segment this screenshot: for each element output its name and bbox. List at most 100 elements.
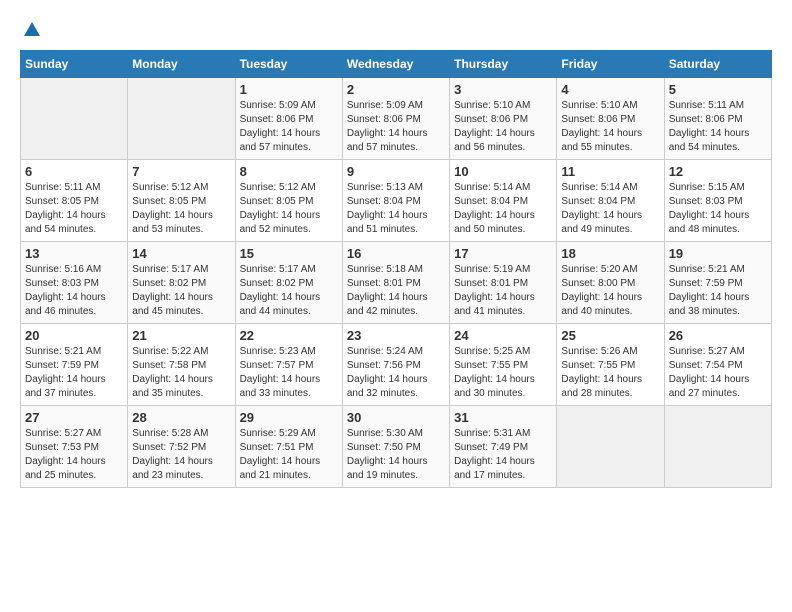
- calendar-cell: 31 Sunrise: 5:31 AM Sunset: 7:49 PM Dayl…: [450, 406, 557, 488]
- sunset-text: Sunset: 8:05 PM: [25, 195, 123, 209]
- day-number: 17: [454, 246, 552, 261]
- sunrise-text: Sunrise: 5:21 AM: [25, 345, 123, 359]
- sunset-text: Sunset: 8:04 PM: [561, 195, 659, 209]
- day-number: 28: [132, 410, 230, 425]
- calendar-cell: 1 Sunrise: 5:09 AM Sunset: 8:06 PM Dayli…: [235, 78, 342, 160]
- calendar-cell: 21 Sunrise: 5:22 AM Sunset: 7:58 PM Dayl…: [128, 324, 235, 406]
- daylight-text: Daylight: 14 hours and 27 minutes.: [669, 373, 767, 401]
- day-info: Sunrise: 5:20 AM Sunset: 8:00 PM Dayligh…: [561, 263, 659, 319]
- day-info: Sunrise: 5:18 AM Sunset: 8:01 PM Dayligh…: [347, 263, 445, 319]
- daylight-text: Daylight: 14 hours and 48 minutes.: [669, 209, 767, 237]
- sunset-text: Sunset: 8:04 PM: [347, 195, 445, 209]
- daylight-text: Daylight: 14 hours and 35 minutes.: [132, 373, 230, 401]
- daylight-text: Daylight: 14 hours and 21 minutes.: [240, 455, 338, 483]
- calendar-cell: 7 Sunrise: 5:12 AM Sunset: 8:05 PM Dayli…: [128, 160, 235, 242]
- calendar-cell: 14 Sunrise: 5:17 AM Sunset: 8:02 PM Dayl…: [128, 242, 235, 324]
- day-info: Sunrise: 5:13 AM Sunset: 8:04 PM Dayligh…: [347, 181, 445, 237]
- day-number: 31: [454, 410, 552, 425]
- day-info: Sunrise: 5:21 AM Sunset: 7:59 PM Dayligh…: [25, 345, 123, 401]
- calendar-cell: [128, 78, 235, 160]
- sunset-text: Sunset: 8:05 PM: [132, 195, 230, 209]
- calendar-table: SundayMondayTuesdayWednesdayThursdayFrid…: [20, 50, 772, 488]
- sunset-text: Sunset: 8:06 PM: [454, 113, 552, 127]
- sunrise-text: Sunrise: 5:25 AM: [454, 345, 552, 359]
- calendar-cell: 12 Sunrise: 5:15 AM Sunset: 8:03 PM Dayl…: [664, 160, 771, 242]
- day-info: Sunrise: 5:15 AM Sunset: 8:03 PM Dayligh…: [669, 181, 767, 237]
- daylight-text: Daylight: 14 hours and 23 minutes.: [132, 455, 230, 483]
- day-number: 6: [25, 164, 123, 179]
- calendar-cell: 5 Sunrise: 5:11 AM Sunset: 8:06 PM Dayli…: [664, 78, 771, 160]
- daylight-text: Daylight: 14 hours and 55 minutes.: [561, 127, 659, 155]
- day-number: 8: [240, 164, 338, 179]
- sunset-text: Sunset: 7:52 PM: [132, 441, 230, 455]
- sunrise-text: Sunrise: 5:10 AM: [561, 99, 659, 113]
- sunset-text: Sunset: 7:50 PM: [347, 441, 445, 455]
- sunset-text: Sunset: 8:02 PM: [132, 277, 230, 291]
- day-number: 20: [25, 328, 123, 343]
- sunrise-text: Sunrise: 5:14 AM: [561, 181, 659, 195]
- day-info: Sunrise: 5:12 AM Sunset: 8:05 PM Dayligh…: [240, 181, 338, 237]
- calendar-week-row: 6 Sunrise: 5:11 AM Sunset: 8:05 PM Dayli…: [21, 160, 772, 242]
- sunrise-text: Sunrise: 5:21 AM: [669, 263, 767, 277]
- calendar-body: 1 Sunrise: 5:09 AM Sunset: 8:06 PM Dayli…: [21, 78, 772, 488]
- sunrise-text: Sunrise: 5:17 AM: [132, 263, 230, 277]
- day-info: Sunrise: 5:31 AM Sunset: 7:49 PM Dayligh…: [454, 427, 552, 483]
- sunrise-text: Sunrise: 5:19 AM: [454, 263, 552, 277]
- logo: [20, 20, 43, 40]
- day-info: Sunrise: 5:11 AM Sunset: 8:06 PM Dayligh…: [669, 99, 767, 155]
- day-number: 5: [669, 82, 767, 97]
- sunrise-text: Sunrise: 5:12 AM: [240, 181, 338, 195]
- calendar-cell: [664, 406, 771, 488]
- calendar-cell: 23 Sunrise: 5:24 AM Sunset: 7:56 PM Dayl…: [342, 324, 449, 406]
- calendar-week-row: 1 Sunrise: 5:09 AM Sunset: 8:06 PM Dayli…: [21, 78, 772, 160]
- day-info: Sunrise: 5:28 AM Sunset: 7:52 PM Dayligh…: [132, 427, 230, 483]
- header-day-wednesday: Wednesday: [342, 51, 449, 78]
- daylight-text: Daylight: 14 hours and 44 minutes.: [240, 291, 338, 319]
- sunset-text: Sunset: 7:55 PM: [454, 359, 552, 373]
- sunset-text: Sunset: 8:02 PM: [240, 277, 338, 291]
- sunrise-text: Sunrise: 5:18 AM: [347, 263, 445, 277]
- sunset-text: Sunset: 7:58 PM: [132, 359, 230, 373]
- calendar-cell: 18 Sunrise: 5:20 AM Sunset: 8:00 PM Dayl…: [557, 242, 664, 324]
- day-info: Sunrise: 5:09 AM Sunset: 8:06 PM Dayligh…: [347, 99, 445, 155]
- day-info: Sunrise: 5:27 AM Sunset: 7:54 PM Dayligh…: [669, 345, 767, 401]
- day-number: 1: [240, 82, 338, 97]
- day-info: Sunrise: 5:16 AM Sunset: 8:03 PM Dayligh…: [25, 263, 123, 319]
- calendar-cell: 28 Sunrise: 5:28 AM Sunset: 7:52 PM Dayl…: [128, 406, 235, 488]
- day-info: Sunrise: 5:09 AM Sunset: 8:06 PM Dayligh…: [240, 99, 338, 155]
- sunset-text: Sunset: 8:04 PM: [454, 195, 552, 209]
- day-info: Sunrise: 5:24 AM Sunset: 7:56 PM Dayligh…: [347, 345, 445, 401]
- day-info: Sunrise: 5:10 AM Sunset: 8:06 PM Dayligh…: [454, 99, 552, 155]
- sunset-text: Sunset: 8:01 PM: [347, 277, 445, 291]
- day-number: 10: [454, 164, 552, 179]
- day-info: Sunrise: 5:30 AM Sunset: 7:50 PM Dayligh…: [347, 427, 445, 483]
- sunrise-text: Sunrise: 5:27 AM: [25, 427, 123, 441]
- sunset-text: Sunset: 8:05 PM: [240, 195, 338, 209]
- day-number: 13: [25, 246, 123, 261]
- day-info: Sunrise: 5:14 AM Sunset: 8:04 PM Dayligh…: [561, 181, 659, 237]
- daylight-text: Daylight: 14 hours and 28 minutes.: [561, 373, 659, 401]
- day-info: Sunrise: 5:23 AM Sunset: 7:57 PM Dayligh…: [240, 345, 338, 401]
- calendar-cell: 20 Sunrise: 5:21 AM Sunset: 7:59 PM Dayl…: [21, 324, 128, 406]
- calendar-cell: 24 Sunrise: 5:25 AM Sunset: 7:55 PM Dayl…: [450, 324, 557, 406]
- sunrise-text: Sunrise: 5:24 AM: [347, 345, 445, 359]
- sunrise-text: Sunrise: 5:11 AM: [669, 99, 767, 113]
- sunset-text: Sunset: 7:53 PM: [25, 441, 123, 455]
- daylight-text: Daylight: 14 hours and 42 minutes.: [347, 291, 445, 319]
- header-row: SundayMondayTuesdayWednesdayThursdayFrid…: [21, 51, 772, 78]
- sunrise-text: Sunrise: 5:27 AM: [669, 345, 767, 359]
- sunrise-text: Sunrise: 5:15 AM: [669, 181, 767, 195]
- sunset-text: Sunset: 8:06 PM: [561, 113, 659, 127]
- day-number: 3: [454, 82, 552, 97]
- daylight-text: Daylight: 14 hours and 17 minutes.: [454, 455, 552, 483]
- calendar-cell: 10 Sunrise: 5:14 AM Sunset: 8:04 PM Dayl…: [450, 160, 557, 242]
- calendar-cell: 4 Sunrise: 5:10 AM Sunset: 8:06 PM Dayli…: [557, 78, 664, 160]
- daylight-text: Daylight: 14 hours and 57 minutes.: [240, 127, 338, 155]
- sunset-text: Sunset: 7:54 PM: [669, 359, 767, 373]
- day-info: Sunrise: 5:25 AM Sunset: 7:55 PM Dayligh…: [454, 345, 552, 401]
- sunrise-text: Sunrise: 5:10 AM: [454, 99, 552, 113]
- day-info: Sunrise: 5:12 AM Sunset: 8:05 PM Dayligh…: [132, 181, 230, 237]
- daylight-text: Daylight: 14 hours and 50 minutes.: [454, 209, 552, 237]
- sunrise-text: Sunrise: 5:20 AM: [561, 263, 659, 277]
- sunset-text: Sunset: 7:51 PM: [240, 441, 338, 455]
